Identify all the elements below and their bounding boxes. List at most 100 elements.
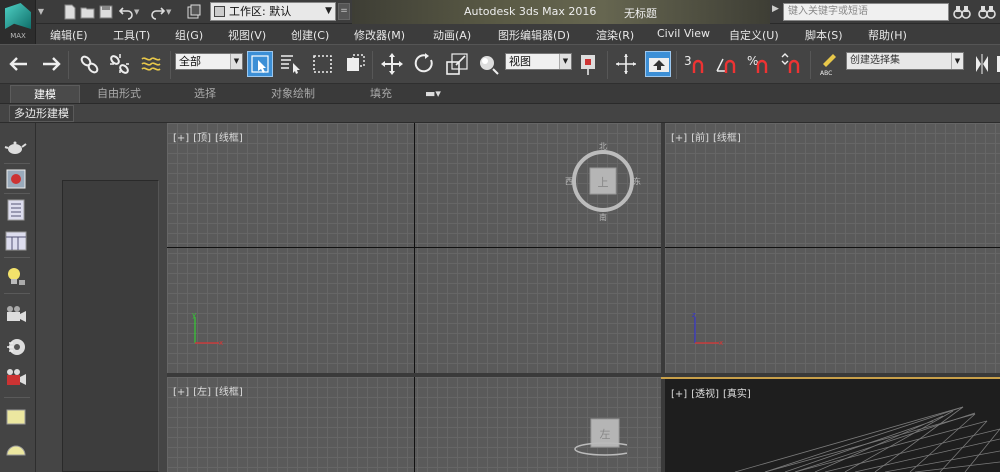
application-menu-arrow[interactable]: ▼ — [36, 0, 46, 24]
viewport-point-of-view[interactable]: [前] — [691, 133, 709, 144]
redo-arrow-icon[interactable] — [37, 51, 63, 77]
scene-explorer-list[interactable] — [62, 180, 159, 472]
select-and-manipulate-icon[interactable] — [613, 51, 639, 77]
menu-customize[interactable]: 自定义(U) — [729, 27, 779, 43]
camera-icon[interactable] — [4, 303, 28, 327]
viewport-box-icon[interactable] — [4, 405, 28, 429]
container-explorer-icon[interactable] — [4, 229, 28, 253]
ribbon-tab-freeform[interactable]: 自由形式 — [84, 85, 154, 103]
ribbon-options-icon[interactable]: ▬▾ — [420, 85, 446, 103]
menu-tools[interactable]: 工具(T) — [113, 27, 150, 43]
ribbon-tab-populate[interactable]: 填充 — [346, 85, 416, 103]
layer-explorer-icon[interactable] — [4, 198, 28, 222]
viewport-front[interactable]: [+] [前] [线框] z x — [665, 123, 1000, 373]
toolbar-separator — [68, 51, 69, 79]
viewport-menu-plus[interactable]: [+] — [671, 389, 687, 400]
menu-modifiers[interactable]: 修改器(M) — [354, 27, 405, 43]
viewport-top[interactable]: [+] [顶] [线框] 上 北 南 东 西 y x — [167, 123, 661, 373]
viewcube[interactable]: 上 北 南 东 西 — [563, 139, 643, 229]
dome-shape-icon[interactable] — [4, 437, 28, 461]
viewport-shading-mode[interactable]: [线框] — [215, 387, 243, 398]
binoculars-plus-icon[interactable] — [978, 3, 996, 21]
select-and-rotate-icon[interactable] — [411, 51, 437, 77]
application-button[interactable]: MAX — [0, 0, 36, 44]
toolbar-separator — [607, 51, 608, 79]
ribbon-tab-modeling[interactable]: 建模 — [10, 85, 80, 103]
viewport-shading-mode[interactable]: [线框] — [215, 133, 243, 144]
render-camera-icon[interactable] — [4, 366, 28, 390]
viewport-shading-mode[interactable]: [线框] — [713, 133, 741, 144]
named-selection-sets-dropdown[interactable]: 创建选择集 ▼ — [846, 52, 964, 70]
viewcube-east-label: 东 — [633, 176, 641, 186]
scene-explorer-icon[interactable] — [4, 167, 28, 191]
teapot-icon[interactable] — [4, 135, 28, 159]
new-file-icon[interactable] — [62, 4, 78, 20]
viewport-front-label[interactable]: [+] [前] [线框] — [671, 129, 745, 144]
helper-icon[interactable] — [4, 335, 28, 359]
link-icon[interactable] — [77, 51, 103, 77]
toolbar-separator — [676, 51, 677, 79]
menu-create[interactable]: 创建(C) — [291, 27, 329, 43]
snaps-toggle-icon[interactable]: 3 — [682, 51, 708, 77]
pivot-center-icon[interactable] — [576, 51, 602, 77]
viewport-left[interactable]: [+] [左] [线框] 左 — [167, 377, 661, 472]
select-and-move-icon[interactable] — [379, 51, 405, 77]
viewport-point-of-view[interactable]: [左] — [193, 387, 211, 398]
selection-filter-dropdown[interactable]: 全部 ▼ — [175, 53, 243, 70]
keyboard-shortcut-override-icon[interactable] — [645, 51, 671, 77]
viewport-menu-plus[interactable]: [+] — [671, 133, 687, 144]
menu-civil-view[interactable]: Civil View — [657, 27, 710, 40]
spinner-snap-toggle-icon[interactable] — [778, 51, 804, 77]
menu-help[interactable]: 帮助(H) — [868, 27, 907, 43]
select-and-scale-icon[interactable] — [444, 51, 470, 77]
light-bulb-icon[interactable] — [4, 265, 28, 289]
unlink-icon[interactable] — [107, 51, 133, 77]
menu-rendering[interactable]: 渲染(R) — [596, 27, 634, 43]
ribbon-tab-object-paint[interactable]: 对象绘制 — [258, 85, 328, 103]
project-folder-icon[interactable] — [186, 4, 202, 20]
undo-arrow-icon[interactable] — [7, 51, 33, 77]
binoculars-icon[interactable] — [953, 3, 971, 21]
redo-icon[interactable] — [150, 4, 166, 20]
viewport-top-label[interactable]: [+] [顶] [线框] — [173, 129, 247, 144]
window-crossing-icon[interactable] — [342, 51, 368, 77]
menu-scripting[interactable]: 脚本(S) — [805, 27, 843, 43]
viewport-menu-plus[interactable]: [+] — [173, 387, 189, 398]
reference-coordinate-dropdown[interactable]: 视图 ▼ — [505, 53, 572, 70]
select-by-name-icon[interactable] — [278, 51, 304, 77]
viewport-left-label[interactable]: [+] [左] [线框] — [173, 383, 247, 398]
viewport-point-of-view[interactable]: [透视] — [691, 389, 719, 400]
viewport-point-of-view[interactable]: [顶] — [193, 133, 211, 144]
menu-edit[interactable]: 编辑(E) — [50, 27, 88, 43]
percent-snap-toggle-icon[interactable]: % — [746, 51, 772, 77]
viewport-menu-plus[interactable]: [+] — [173, 133, 189, 144]
workspace-dropdown[interactable]: 工作区: 默认 ▼ — [210, 2, 336, 21]
rectangular-selection-icon[interactable] — [310, 51, 336, 77]
viewcube[interactable]: 左 — [567, 413, 627, 472]
select-and-place-icon[interactable] — [474, 51, 500, 77]
menu-animation[interactable]: 动画(A) — [433, 27, 471, 43]
document-title: 无标题 — [624, 7, 657, 20]
viewport-perspective-label[interactable]: [+] [透视] [真实] — [671, 385, 755, 400]
align-icon[interactable] — [988, 51, 1000, 77]
redo-dropdown-icon[interactable]: ▼ — [166, 8, 176, 24]
polygon-modeling-tab[interactable]: 多边形建模 — [9, 105, 74, 122]
angle-snap-toggle-icon[interactable] — [714, 51, 740, 77]
mirror-icon[interactable] — [969, 51, 988, 77]
undo-dropdown-icon[interactable]: ▼ — [134, 8, 144, 24]
viewport-perspective[interactable]: [+] [透视] [真实] — [665, 379, 1000, 472]
viewcube-north-label: 北 — [599, 142, 607, 151]
search-input[interactable]: 键入关键字或短语 — [783, 3, 949, 21]
menu-graph-editors[interactable]: 图形编辑器(D) — [498, 27, 570, 43]
undo-icon[interactable] — [118, 4, 134, 20]
menu-group[interactable]: 组(G) — [175, 27, 203, 43]
open-folder-icon[interactable] — [80, 4, 96, 20]
select-object-icon[interactable] — [247, 51, 273, 77]
menu-views[interactable]: 视图(V) — [228, 27, 266, 43]
edit-named-selection-icon[interactable]: ABC — [815, 51, 841, 77]
save-icon[interactable] — [98, 4, 114, 20]
bind-space-warp-icon[interactable] — [139, 51, 165, 77]
workspace-menu-button[interactable]: = — [338, 3, 350, 20]
ribbon-tab-selection[interactable]: 选择 — [170, 85, 240, 103]
search-expand-icon[interactable]: ▶ — [772, 4, 779, 14]
